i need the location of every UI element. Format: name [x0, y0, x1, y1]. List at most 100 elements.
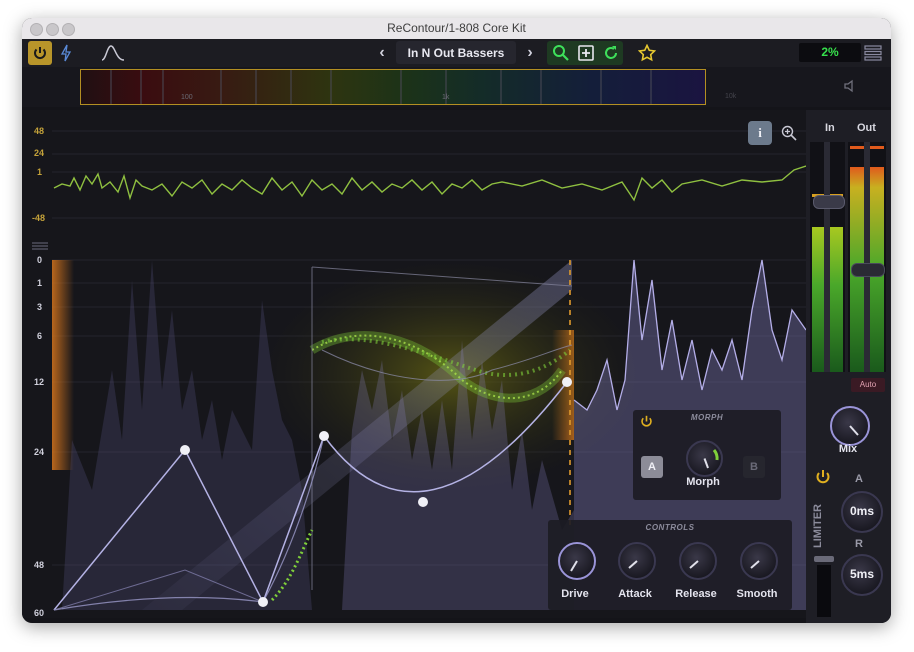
attack-knob[interactable] [618, 542, 656, 580]
curve-node[interactable] [180, 445, 190, 455]
curve-node[interactable] [418, 497, 428, 507]
output-fader-track [864, 142, 870, 372]
search-preset-button[interactable] [550, 42, 572, 64]
bottom-scale-label: 60 [34, 608, 45, 618]
info-button[interactable]: i [748, 121, 772, 145]
mix-label: Mix [838, 443, 858, 455]
knob-pointer [849, 425, 859, 436]
limiter-a-label: A [855, 473, 863, 485]
in-label: In [825, 122, 835, 134]
split-handle[interactable] [30, 240, 50, 252]
controls-title: CONTROLS [645, 523, 695, 532]
search-icon [553, 45, 569, 61]
curve-icon [101, 45, 125, 61]
input-fader[interactable] [813, 195, 845, 209]
knob-pointer [750, 560, 760, 569]
auto-gain-button[interactable]: Auto [851, 378, 885, 392]
controls-panel: CONTROLS Drive Attack Release Smooth [548, 520, 792, 610]
bottom-scale-label: 6 [37, 331, 43, 341]
morph-panel: MORPH A Morph B [633, 410, 781, 500]
menu-button[interactable] [863, 43, 883, 63]
window-title: ReContour/1-808 Core Kit [387, 21, 526, 35]
limiter-attack-knob[interactable]: 0ms [841, 491, 883, 533]
save-preset-button[interactable] [575, 42, 597, 64]
power-button[interactable] [28, 41, 52, 65]
drive-label: Drive [561, 588, 589, 600]
top-scale-label: 1 [37, 167, 43, 177]
lightning-button[interactable] [58, 43, 74, 63]
morph-title: MORPH [690, 413, 724, 422]
curve-mode-button[interactable] [100, 42, 126, 64]
output-fader[interactable] [851, 263, 885, 277]
limiter-attack-value: 0ms [849, 504, 875, 518]
power-icon [34, 47, 46, 59]
smooth-label: Smooth [736, 588, 778, 600]
top-scale-label: 24 [34, 148, 45, 158]
limiter-threshold-handle[interactable] [814, 556, 834, 562]
morph-b-button[interactable]: B [743, 456, 765, 478]
bottom-scale-label: 0 [37, 255, 43, 265]
prev-preset-button[interactable]: ‹ [374, 43, 390, 63]
input-meter [810, 142, 845, 372]
bottom-scale-label: 1 [37, 278, 43, 288]
output-section: In Out Auto Mix LIMITER A 0ms R 5ms [806, 110, 891, 623]
refresh-button[interactable] [600, 42, 622, 64]
knob-pointer [628, 560, 638, 569]
morph-knob[interactable] [686, 440, 723, 477]
bottom-scale-label: 12 [34, 377, 45, 387]
cpu-meter: 2% [799, 43, 861, 62]
top-scale-label: -48 [32, 213, 46, 223]
drive-knob[interactable] [558, 542, 596, 580]
limiter-title: LIMITER [812, 504, 824, 548]
limiter-r-label: R [855, 538, 863, 550]
title-bar: ReContour/1-808 Core Kit [22, 18, 891, 40]
menu-icon [864, 45, 882, 61]
frequency-range-bar: 100 1k 10k [22, 67, 891, 107]
out-label: Out [857, 122, 876, 134]
power-icon [816, 470, 830, 484]
knob-arc [703, 449, 719, 469]
drag-handle-icon [32, 242, 48, 250]
zoom-button[interactable] [778, 122, 800, 144]
output-meter [848, 142, 886, 372]
morph-a-button[interactable]: A [641, 456, 663, 478]
release-knob[interactable] [679, 542, 717, 580]
knob-pointer [570, 560, 578, 572]
limiter-release-value: 5ms [849, 567, 875, 581]
curve-node[interactable] [319, 431, 329, 441]
lightning-icon [60, 44, 72, 62]
bottom-scale-label: 48 [34, 560, 45, 570]
star-icon [638, 44, 656, 62]
add-preset-icon [578, 45, 594, 61]
mix-knob[interactable] [830, 406, 870, 446]
preset-name[interactable]: In N Out Bassers [396, 41, 516, 64]
next-preset-button[interactable]: › [522, 43, 538, 63]
speaker-button[interactable] [840, 77, 860, 95]
release-label: Release [675, 588, 717, 600]
frequency-range-selector[interactable]: 100 1k [80, 69, 706, 105]
limiter-meter [817, 565, 831, 617]
tick-100: 100 [181, 94, 193, 101]
curve-node[interactable] [258, 597, 268, 607]
morph-knob-label: Morph [686, 476, 720, 488]
frequency-grid [110, 70, 652, 104]
top-scale-label: 48 [34, 126, 45, 136]
zoom-in-icon [781, 125, 797, 141]
speaker-icon [844, 79, 853, 93]
knob-pointer [689, 560, 699, 569]
curve-node[interactable] [562, 377, 572, 387]
tick-1k: 1k [442, 94, 450, 101]
tick-10k: 10k [725, 93, 737, 100]
main-display: 48 24 1 -48 0 1 3 6 12 24 48 60 i MORPH … [22, 110, 806, 618]
refresh-icon [605, 46, 617, 59]
bottom-scale-label: 3 [37, 302, 43, 312]
limiter-release-knob[interactable]: 5ms [841, 554, 883, 596]
limiter-power-button[interactable] [814, 468, 832, 486]
toolbar: ‹ In N Out Bassers › 2% [22, 39, 891, 67]
bottom-scale-label: 24 [34, 447, 45, 457]
input-fader-track [824, 142, 830, 372]
plugin-window: ReContour/1-808 Core Kit ‹ In N Out Bass… [22, 18, 891, 623]
smooth-knob[interactable] [740, 542, 778, 580]
favorite-button[interactable] [636, 42, 658, 64]
attack-label: Attack [618, 588, 652, 600]
